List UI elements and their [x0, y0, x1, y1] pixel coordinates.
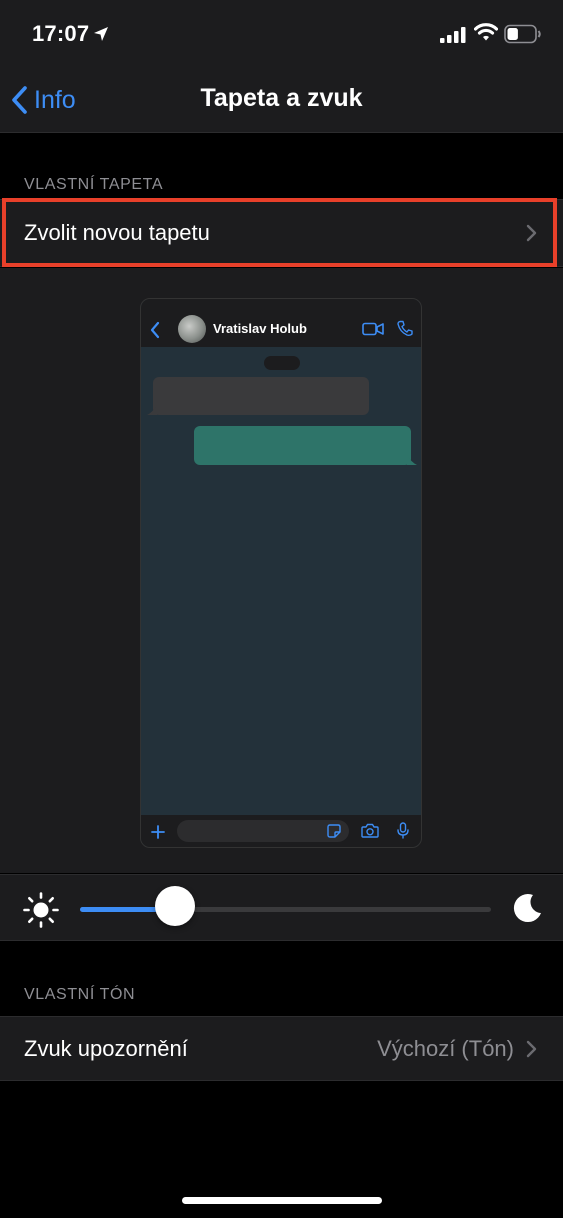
- moon-icon: [513, 894, 541, 923]
- avatar: [178, 315, 206, 343]
- cellular-signal-icon: [440, 27, 466, 43]
- location-arrow-icon: [94, 27, 108, 41]
- chat-preview: Vratislav Holub: [140, 298, 422, 848]
- notification-sound-row[interactable]: Zvuk upozornění Výchozí (Tón): [0, 1016, 563, 1081]
- sun-icon: [23, 892, 59, 928]
- section-header-tone: VLASTNÍ TÓN: [24, 986, 136, 1003]
- microphone-icon: [397, 822, 409, 839]
- phone-call-icon: [397, 320, 413, 337]
- date-pill: [264, 356, 300, 370]
- brightness-slider-thumb[interactable]: [154, 886, 195, 926]
- notification-sound-label: Zvuk upozornění: [24, 1035, 188, 1061]
- incoming-message-bubble: [153, 377, 369, 415]
- camera-icon: [361, 823, 379, 838]
- outgoing-message-bubble: [194, 426, 411, 465]
- section-header-wallpaper: VLASTNÍ TAPETA: [24, 176, 164, 193]
- plus-icon: [151, 825, 165, 839]
- status-time: 17:07: [32, 21, 90, 46]
- battery-icon: [504, 24, 541, 44]
- incoming-bubble-tail: [147, 405, 157, 415]
- choose-wallpaper-label: Zvolit novou tapetu: [24, 220, 210, 245]
- home-indicator: [182, 1197, 382, 1204]
- choose-wallpaper-row[interactable]: Zvolit novou tapetu: [0, 199, 563, 267]
- chevron-right-icon: [526, 224, 537, 242]
- page-title: Tapeta a zvuk: [200, 84, 363, 112]
- outgoing-bubble-tail: [407, 455, 417, 465]
- chat-back-icon: [150, 321, 160, 339]
- wifi-icon: [474, 23, 498, 41]
- chat-text-field: [177, 820, 349, 842]
- chat-contact-name: Vratislav Holub: [213, 321, 307, 336]
- notification-sound-value: Výchozí (Tón): [377, 1035, 514, 1061]
- sticker-icon: [327, 824, 341, 838]
- chevron-right-icon: [526, 1040, 537, 1058]
- video-call-icon: [362, 322, 384, 336]
